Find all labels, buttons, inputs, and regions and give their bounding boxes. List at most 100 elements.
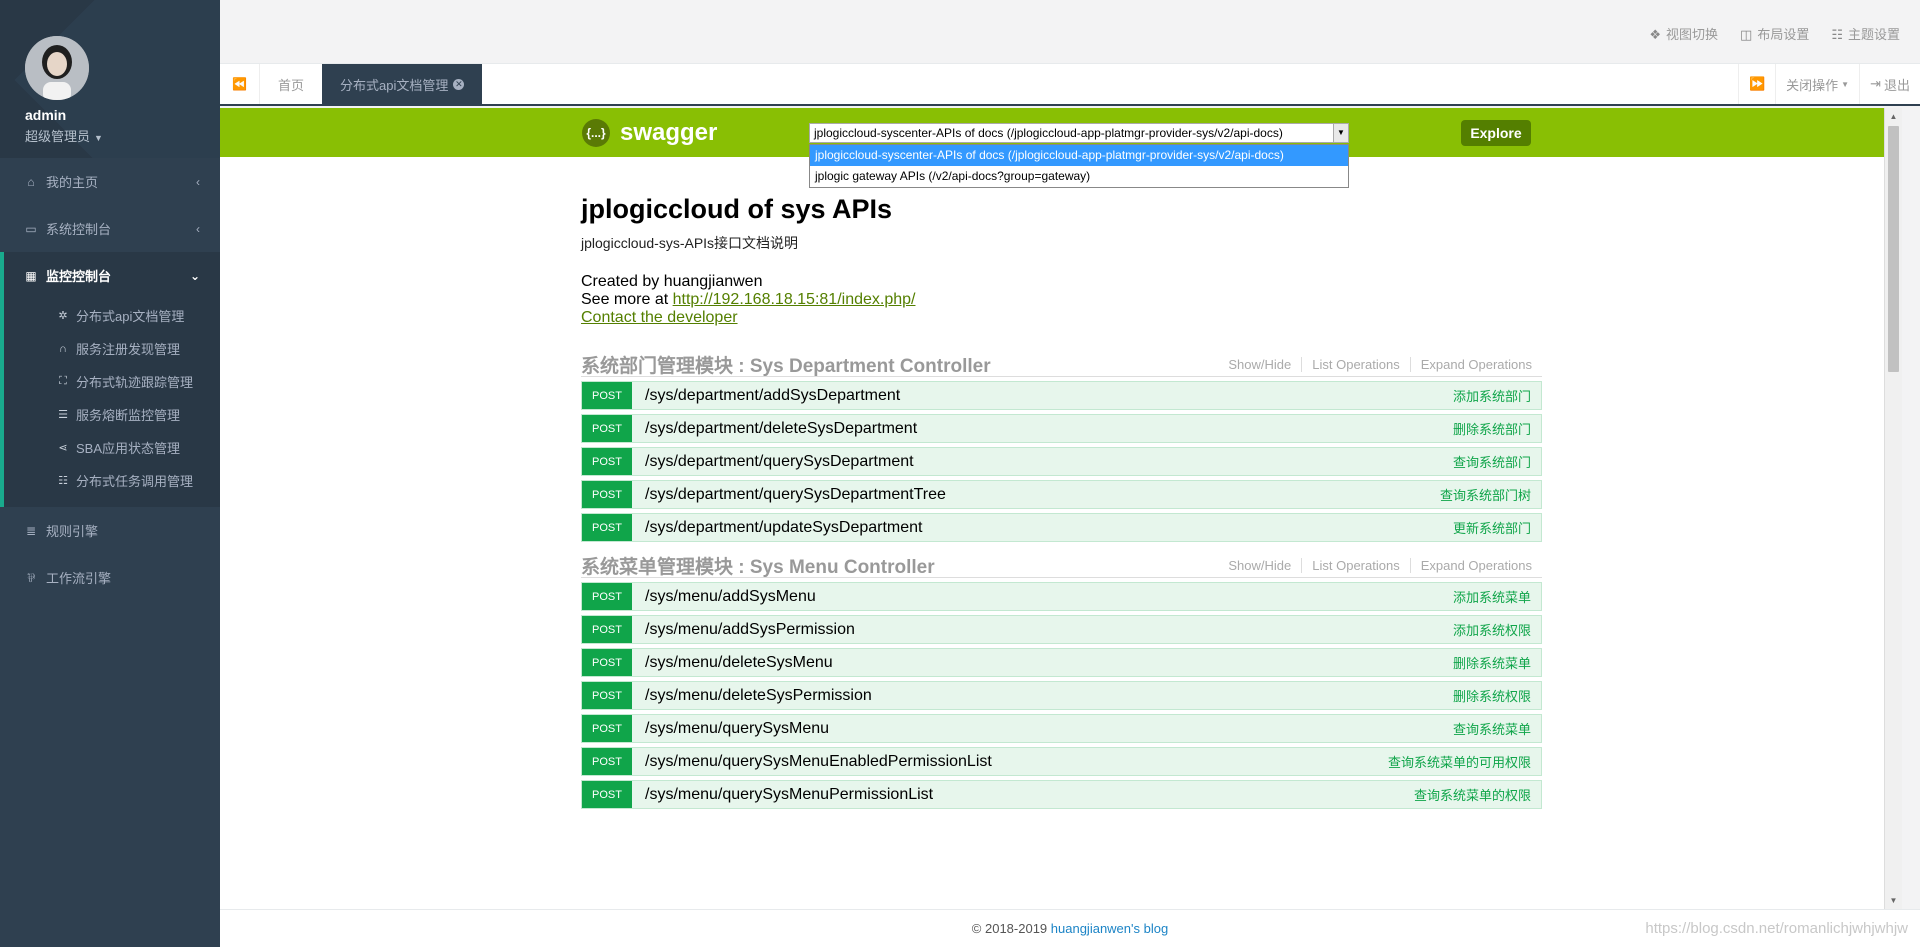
operation-path[interactable]: /sys/menu/querySysMenuPermissionList: [645, 786, 933, 804]
tab-api-docs[interactable]: 分布式api文档管理 ✕: [322, 64, 483, 104]
sidebar-subitem-tracing[interactable]: ⛶ 分布式轨迹跟踪管理: [4, 365, 220, 398]
expand-operations-link[interactable]: Expand Operations: [1411, 558, 1532, 573]
spec-select[interactable]: jplogiccloud-syscenter-APIs of docs (/jp…: [809, 123, 1349, 143]
operation-row[interactable]: POST/sys/menu/querySysMenu 查询系统菜单: [581, 714, 1542, 743]
tabs-scroll-left-button[interactable]: ⏪: [220, 64, 260, 104]
columns-icon: ◫: [1740, 27, 1753, 42]
operation-row[interactable]: POST/sys/menu/querySysMenuEnabledPermiss…: [581, 747, 1542, 776]
operation-path[interactable]: /sys/menu/querySysMenu: [645, 720, 829, 738]
operation-row[interactable]: POST/sys/menu/deleteSysMenu 删除系统菜单: [581, 648, 1542, 677]
sidebar-item-rules-engine[interactable]: ≣ 规则引擎: [0, 507, 220, 554]
view-switch-button[interactable]: ❖ 视图切换: [1649, 24, 1718, 43]
operation-row[interactable]: POST/sys/department/addSysDepartment 添加系统…: [581, 381, 1542, 410]
operation-row[interactable]: POST/sys/department/deleteSysDepartment 删…: [581, 414, 1542, 443]
operation-row[interactable]: POST/sys/menu/addSysMenu 添加系统菜单: [581, 582, 1542, 611]
tab-label: 分布式api文档管理: [340, 77, 449, 93]
vertical-scrollbar[interactable]: ▲ ▼: [1884, 108, 1902, 909]
operation-summary[interactable]: 删除系统权限: [1453, 686, 1531, 705]
sidebar-subitem-circuit-breaker[interactable]: ☰ 服务熔断监控管理: [4, 398, 220, 431]
operation-path[interactable]: /sys/department/querySysDepartment: [645, 453, 914, 471]
operation-path[interactable]: /sys/menu/addSysMenu: [645, 588, 816, 606]
sidebar-nav: ⌂ 我的主页 ‹ ▭ 系统控制台 ‹ ▦ 监控控制台 ⌄ ✲ 分布式api文档管…: [0, 158, 220, 601]
show-hide-link[interactable]: Show/Hide: [1218, 558, 1303, 573]
scroll-down-arrow-icon[interactable]: ▼: [1885, 892, 1902, 909]
sidebar: admin 超级管理员 ▼ ⌂ 我的主页 ‹ ▭ 系统控制台 ‹ ▦ 监控控制台 …: [0, 0, 220, 947]
operation-path[interactable]: /sys/menu/querySysMenuEnabledPermissionL…: [645, 753, 992, 771]
operation-summary[interactable]: 查询系统菜单: [1453, 719, 1531, 738]
sidebar-subitem-label: 服务注册发现管理: [76, 342, 181, 357]
operation-summary[interactable]: 添加系统菜单: [1453, 587, 1531, 606]
see-more-link[interactable]: http://192.168.18.15:81/index.php/: [673, 291, 916, 308]
operation-path[interactable]: /sys/menu/deleteSysMenu: [645, 654, 833, 672]
dashboard-icon: ▦: [25, 268, 37, 283]
tabs-scroll-right-button[interactable]: ⏩: [1737, 64, 1775, 104]
sidebar-item-home[interactable]: ⌂ 我的主页 ‹: [0, 158, 220, 205]
operation-row[interactable]: POST/sys/department/querySysDepartment 查询…: [581, 447, 1542, 476]
operation-row[interactable]: POST/sys/department/querySysDepartmentTr…: [581, 480, 1542, 509]
dropdown-arrow-icon[interactable]: ▼: [1333, 124, 1348, 142]
list-operations-link[interactable]: List Operations: [1302, 558, 1411, 573]
sidebar-item-system-console[interactable]: ▭ 系统控制台 ‹: [0, 205, 220, 252]
operation-summary[interactable]: 删除系统部门: [1453, 419, 1531, 438]
post-method-badge: POST: [582, 781, 632, 808]
forward-icon: ⏩: [1748, 76, 1766, 91]
backward-icon: ⏪: [232, 77, 247, 91]
show-hide-link[interactable]: Show/Hide: [1218, 357, 1303, 372]
operation-summary[interactable]: 查询系统菜单的权限: [1414, 785, 1531, 804]
operation-summary[interactable]: 查询系统部门: [1453, 452, 1531, 471]
avatar[interactable]: [25, 36, 89, 100]
chevron-down-icon: ⌄: [189, 268, 200, 283]
operation-summary[interactable]: 添加系统权限: [1453, 620, 1531, 639]
operation-path[interactable]: /sys/menu/addSysPermission: [645, 621, 855, 639]
api-description: jplogiccloud-sys-APIs接口文档说明: [581, 235, 799, 251]
operation-summary[interactable]: 删除系统菜单: [1453, 653, 1531, 672]
scrollbar-thumb[interactable]: [1888, 126, 1899, 372]
caret-down-icon: ▼: [1841, 79, 1850, 89]
operation-path[interactable]: /sys/department/deleteSysDepartment: [645, 420, 917, 438]
explore-button[interactable]: Explore: [1461, 120, 1531, 146]
list-operations-link[interactable]: List Operations: [1302, 357, 1411, 372]
sidebar-item-monitor-console[interactable]: ▦ 监控控制台 ⌄: [4, 252, 220, 299]
sidebar-item-label: 我的主页: [46, 175, 99, 190]
view-switch-label: 视图切换: [1666, 27, 1719, 42]
sidebar-subitem-task-scheduler[interactable]: ☷ 分布式任务调用管理: [4, 464, 220, 497]
blog-link[interactable]: huangjianwen's blog: [1051, 921, 1168, 936]
operation-path[interactable]: /sys/department/addSysDepartment: [645, 387, 900, 405]
operation-row[interactable]: POST/sys/menu/querySysMenuPermissionList…: [581, 780, 1542, 809]
close-operations-dropdown[interactable]: 关闭操作 ▼: [1775, 64, 1859, 104]
sidebar-item-workflow-engine[interactable]: ⅌ 工作流引擎: [0, 554, 220, 601]
scroll-up-arrow-icon[interactable]: ▲: [1885, 108, 1902, 125]
operation-row[interactable]: POST/sys/menu/addSysPermission 添加系统权限: [581, 615, 1542, 644]
resource-title[interactable]: 系统菜单管理模块 : Sys Menu Controller: [581, 557, 935, 578]
operation-path[interactable]: /sys/department/querySysDepartmentTree: [645, 486, 946, 504]
operation-summary[interactable]: 查询系统菜单的可用权限: [1388, 752, 1531, 771]
operation-path[interactable]: /sys/department/updateSysDepartment: [645, 519, 922, 537]
operation-summary[interactable]: 更新系统部门: [1453, 518, 1531, 537]
swagger-logo-icon: {...}: [582, 119, 610, 147]
spec-option-syscenter[interactable]: jplogiccloud-syscenter-APIs of docs (/jp…: [810, 145, 1348, 166]
dropbox-icon: ❖: [1649, 27, 1661, 42]
operation-summary[interactable]: 添加系统部门: [1453, 386, 1531, 405]
theme-settings-button[interactable]: ☷ 主题设置: [1831, 24, 1900, 43]
tab-home[interactable]: 首页: [260, 64, 322, 104]
spec-option-gateway[interactable]: jplogic gateway APIs (/v2/api-docs?group…: [810, 166, 1348, 187]
expand-operations-link[interactable]: Expand Operations: [1411, 357, 1532, 372]
list-icon: ☰: [58, 409, 68, 421]
sidebar-subitem-sba[interactable]: ⋖ SBA应用状态管理: [4, 431, 220, 464]
logout-button[interactable]: ⇥ 退出: [1859, 64, 1920, 104]
close-tab-icon[interactable]: ✕: [453, 78, 465, 90]
sidebar-subitem-api-docs[interactable]: ✲ 分布式api文档管理: [4, 299, 220, 332]
operation-path[interactable]: /sys/menu/deleteSysPermission: [645, 687, 872, 705]
sidebar-subitem-service-registry[interactable]: ∩ 服务注册发现管理: [4, 332, 220, 365]
resource-title[interactable]: 系统部门管理模块 : Sys Department Controller: [581, 356, 991, 377]
operation-summary[interactable]: 查询系统部门树: [1440, 485, 1531, 504]
user-role-dropdown[interactable]: 超级管理员 ▼: [25, 126, 103, 145]
contact-developer-link[interactable]: Contact the developer: [581, 309, 738, 326]
database-icon: ≣: [25, 523, 37, 538]
resource-operations-links: Show/Hide List Operations Expand Operati…: [1218, 357, 1532, 372]
operation-row[interactable]: POST/sys/department/updateSysDepartment 更…: [581, 513, 1542, 542]
layout-settings-button[interactable]: ◫ 布局设置: [1740, 24, 1809, 43]
swagger-logo[interactable]: {...} swagger: [582, 119, 717, 147]
swagger-body: jplogiccloud of sys APIs jplogiccloud-sy…: [581, 157, 1542, 809]
operation-row[interactable]: POST/sys/menu/deleteSysPermission 删除系统权限: [581, 681, 1542, 710]
